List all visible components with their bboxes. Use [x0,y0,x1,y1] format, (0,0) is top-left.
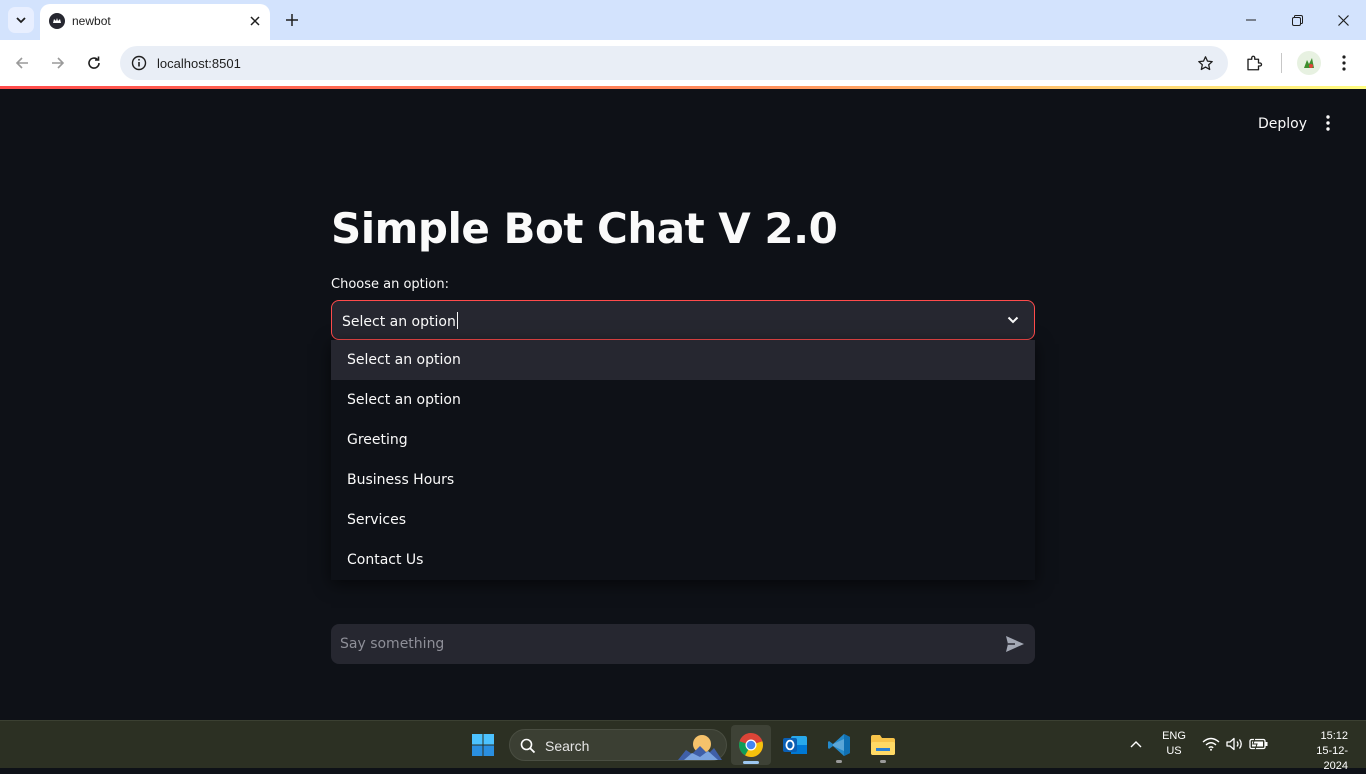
send-icon [1006,636,1024,652]
arrow-left-icon [15,57,28,69]
back-button[interactable] [8,49,36,77]
bookmark-button[interactable] [1194,52,1216,74]
option-select[interactable]: Select an option [331,300,1035,340]
chrome-icon [739,733,763,757]
url-text: localhost:8501 [157,56,241,71]
taskbar-vscode[interactable] [819,725,859,765]
text-cursor [456,312,458,329]
browser-tabstrip: newbot [0,0,1366,40]
search-highlight-icon [678,735,722,760]
forward-button[interactable] [44,49,72,77]
tab-search-button[interactable] [8,7,34,33]
select-label: Choose an option: [331,277,449,292]
page-title: Simple Bot Chat V 2.0 [331,204,838,253]
minimize-button[interactable] [1228,0,1274,40]
close-icon [250,16,260,26]
taskbar: Search ENG US 15:12 15-12-2024 [0,720,1366,772]
outlook-icon [783,736,807,754]
active-indicator [743,761,759,764]
taskbar-search[interactable]: Search [509,729,727,761]
app-menu-button[interactable] [1316,111,1340,135]
select-value: Select an option [342,312,458,330]
battery-button[interactable] [1248,733,1270,755]
select-dropdown: Select an option Select an option Greeting… [331,340,1035,580]
clock[interactable]: 15:12 15-12-2024 [1302,729,1348,774]
dropdown-option[interactable]: Contact Us [331,540,1035,580]
chat-input[interactable]: Say something [331,624,1035,664]
show-hidden-icons-button[interactable] [1125,733,1147,755]
close-icon [1337,14,1349,26]
kebab-menu-icon [1342,55,1346,71]
deploy-button[interactable]: Deploy [1246,110,1319,138]
new-tab-button[interactable] [280,8,304,32]
puzzle-icon [1247,55,1263,71]
avatar-icon [1304,58,1314,68]
dropdown-option[interactable]: Business Hours [331,460,1035,500]
plus-icon [286,14,298,26]
restore-icon [1291,14,1303,26]
language-indicator[interactable]: ENG US [1158,729,1190,759]
battery-icon [1249,738,1268,750]
chevron-down-icon [1007,316,1019,324]
browser-toolbar: localhost:8501 [0,40,1366,86]
chevron-up-icon [1130,741,1142,748]
browser-menu-button[interactable] [1330,49,1358,77]
taskbar-file-explorer[interactable] [863,725,903,765]
dropdown-option[interactable]: Select an option [331,380,1035,420]
chevron-down-icon [16,17,26,24]
vscode-icon [828,734,850,756]
send-button[interactable] [1003,632,1027,656]
streamlit-crown-icon [49,13,65,29]
reload-icon [88,56,100,69]
file-explorer-icon [871,735,895,755]
minimize-icon [1246,19,1256,21]
extensions-button[interactable] [1240,49,1268,77]
search-icon [520,738,536,754]
app-decoration-bar [0,86,1366,89]
info-icon [131,55,147,71]
dropdown-option[interactable]: Greeting [331,420,1035,460]
running-indicator [880,760,886,763]
wifi-icon [1202,737,1220,751]
speaker-icon [1226,737,1242,751]
restore-button[interactable] [1274,0,1320,40]
kebab-menu-icon [1326,115,1330,131]
running-indicator [836,760,842,763]
windows-start-icon [472,734,494,756]
chat-placeholder: Say something [340,636,445,652]
reload-button[interactable] [80,49,108,77]
close-window-button[interactable] [1320,0,1366,40]
taskbar-outlook[interactable] [775,725,815,765]
star-icon [1197,55,1213,70]
taskbar-chrome[interactable] [731,725,771,765]
avatar[interactable] [1297,51,1321,75]
taskbar-search-label: Search [545,738,590,754]
tab-close-button[interactable] [246,12,264,30]
network-button[interactable] [1200,733,1222,755]
start-button[interactable] [463,725,503,765]
site-info-button[interactable] [128,52,150,74]
toolbar-divider [1281,53,1282,73]
address-bar[interactable]: localhost:8501 [120,46,1228,80]
arrow-right-icon [52,57,65,69]
select-toggle[interactable] [1004,311,1022,329]
dropdown-option[interactable]: Select an option [331,340,1035,380]
browser-tab[interactable]: newbot [40,4,270,40]
volume-button[interactable] [1224,733,1246,755]
tab-title: newbot [72,14,111,28]
dropdown-option[interactable]: Services [331,500,1035,540]
